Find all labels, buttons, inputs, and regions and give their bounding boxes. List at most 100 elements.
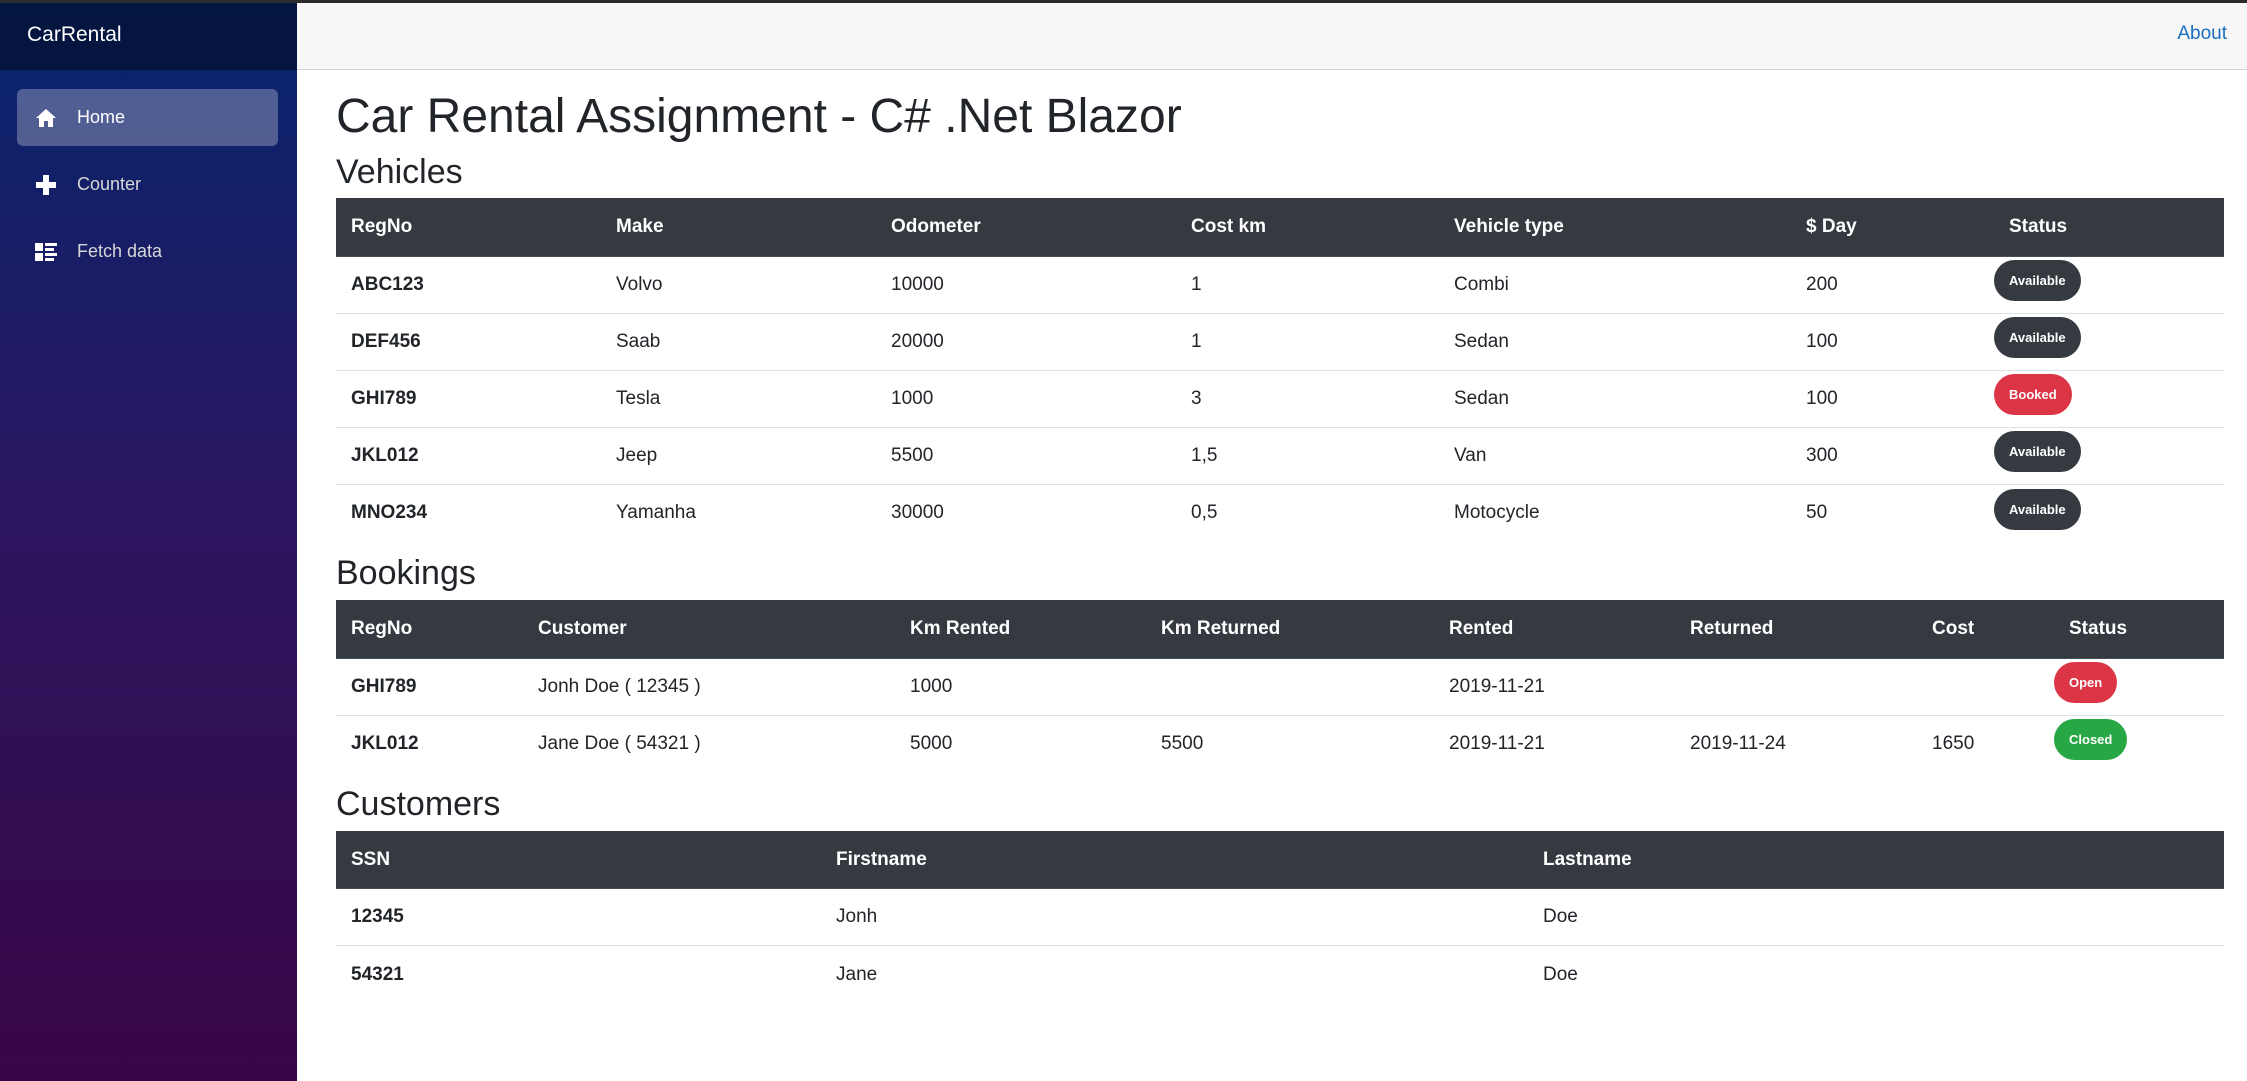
brand-bar: CarRental [0, 0, 297, 70]
regno-cell: JKL012 [336, 426, 601, 485]
lastname-cell: Doe [1528, 945, 2224, 1003]
regno-cell: DEF456 [336, 312, 601, 371]
day-price-cell: 300 [1791, 426, 1979, 485]
cost-km-cell: 1 [1176, 312, 1439, 371]
nav-item-home[interactable]: Home [17, 89, 278, 146]
make-cell: Tesla [601, 369, 876, 428]
column-header: Rented [1434, 600, 1675, 659]
regno-cell: JKL012 [336, 714, 523, 773]
returned-date-cell [1675, 658, 1917, 715]
status-badge[interactable]: Available [1994, 317, 2081, 359]
regno-cell: ABC123 [351, 273, 424, 295]
rented-date-cell: 2019-11-21 [1434, 714, 1675, 773]
cost-km-cell: 0,5 [1176, 483, 1439, 542]
list-icon [34, 240, 58, 264]
table-row: JKL012 Jeep 5500 1,5 Van 300 Available [336, 426, 2224, 485]
column-header: Status [1979, 198, 2224, 257]
window-top-border [0, 0, 2247, 3]
table-row: JKL012 Jane Doe ( 54321 ) 5000 5500 2019… [336, 714, 2224, 773]
km-rented-cell: 5000 [895, 714, 1146, 773]
customers-heading: Customers [336, 785, 501, 824]
sidebar: CarRental Home Counter Fetch data [0, 0, 297, 1081]
cost-cell [1917, 658, 2039, 715]
column-header: Km Rented [895, 600, 1146, 659]
km-returned-cell [1146, 658, 1434, 715]
status-badge[interactable]: Closed [2054, 719, 2128, 761]
table-row: MNO234 Yamanha 30000 0,5 Motocycle 50 Av… [336, 483, 2224, 542]
status-badge[interactable]: Available [1994, 488, 2081, 530]
km-rented-cell: 1000 [910, 675, 953, 697]
table-header-row: RegNo Make Odometer Cost km Vehicle type… [336, 198, 2224, 257]
cost-km-cell: 1,5 [1176, 426, 1439, 485]
table-row: DEF456 Saab 20000 1 Sedan 100 Available [336, 312, 2224, 371]
regno-cell: MNO234 [336, 483, 601, 542]
day-price-cell: 50 [1791, 483, 1979, 542]
odometer-cell: 20000 [876, 312, 1176, 371]
top-bar: About [297, 0, 2247, 70]
column-header: Status [2039, 600, 2224, 659]
regno-cell: GHI789 [351, 675, 417, 697]
km-returned-cell: 5500 [1146, 714, 1434, 773]
status-badge[interactable]: Available [1994, 431, 2081, 473]
status-cell: Available [1979, 312, 2224, 371]
column-header: Make [601, 198, 876, 257]
column-header: $ Day [1791, 198, 1979, 257]
status-cell: Available [1979, 426, 2224, 485]
column-header: RegNo [336, 198, 601, 257]
returned-date-cell: 2019-11-24 [1675, 714, 1917, 773]
main-content: Car Rental Assignment - C# .Net Blazor V… [336, 70, 2224, 1003]
make-cell: Saab [601, 312, 876, 371]
column-header: Km Returned [1146, 600, 1434, 659]
vehicle-type-cell: Combi [1454, 273, 1509, 295]
vehicles-table: RegNo Make Odometer Cost km Vehicle type… [336, 198, 2224, 542]
cost-km-cell: 1 [1191, 273, 1202, 295]
customer-cell: Jane Doe ( 54321 ) [523, 714, 895, 773]
table-row: 12345 Jonh Doe [336, 889, 2224, 946]
cost-km-cell: 3 [1176, 369, 1439, 428]
table-row: GHI789 Jonh Doe ( 12345 ) 1000 2019-11-2… [336, 658, 2224, 715]
odometer-cell: 5500 [876, 426, 1176, 485]
vehicle-type-cell: Sedan [1439, 312, 1791, 371]
table-header-row: SSN Firstname Lastname [336, 830, 2224, 890]
ssn-cell: 54321 [336, 945, 821, 1003]
status-badge[interactable]: Available [1994, 260, 2081, 302]
nav-item-label: Home [77, 107, 126, 127]
column-header: Lastname [1528, 830, 2224, 890]
table-row: GHI789 Tesla 1000 3 Sedan 100 Booked [336, 369, 2224, 428]
nav-item-counter[interactable]: Counter [17, 156, 278, 213]
home-icon [34, 106, 58, 130]
brand-link[interactable]: CarRental [27, 23, 122, 47]
nav-item-label: Fetch data [77, 241, 163, 261]
status-badge[interactable]: Booked [1994, 374, 2072, 416]
bookings-table: RegNo Customer Km Rented Km Returned Ren… [336, 600, 2224, 773]
vehicle-type-cell: Sedan [1439, 369, 1791, 428]
nav-menu: Home Counter Fetch data [0, 70, 297, 280]
table-header-row: RegNo Customer Km Rented Km Returned Ren… [336, 600, 2224, 659]
column-header: Cost [1917, 600, 2039, 659]
column-header: Vehicle type [1439, 198, 1791, 257]
about-link[interactable]: About [2177, 23, 2227, 45]
make-cell: Jeep [601, 426, 876, 485]
plus-icon [34, 173, 58, 197]
status-cell: Closed [2039, 714, 2224, 773]
make-cell: Yamanha [601, 483, 876, 542]
odometer-cell: 30000 [876, 483, 1176, 542]
vehicle-type-cell: Motocycle [1439, 483, 1791, 542]
column-header: RegNo [336, 600, 523, 659]
column-header: Firstname [821, 830, 1528, 890]
bookings-heading: Bookings [336, 554, 476, 593]
vehicle-type-cell: Van [1439, 426, 1791, 485]
odometer-cell: 10000 [891, 273, 944, 295]
regno-cell: GHI789 [336, 369, 601, 428]
make-cell: Volvo [616, 273, 663, 295]
day-price-cell: 200 [1806, 273, 1838, 295]
day-price-cell: 100 [1791, 369, 1979, 428]
column-header: Returned [1675, 600, 1917, 659]
status-cell: Open [2039, 658, 2224, 715]
nav-item-fetch-data[interactable]: Fetch data [17, 223, 278, 280]
status-badge[interactable]: Open [2054, 662, 2118, 704]
column-header: Cost km [1176, 198, 1439, 257]
vehicles-heading: Vehicles [336, 152, 463, 191]
table-row: ABC123 Volvo 10000 1 Combi 200 Available [336, 256, 2224, 313]
firstname-cell: Jonh [836, 906, 878, 928]
